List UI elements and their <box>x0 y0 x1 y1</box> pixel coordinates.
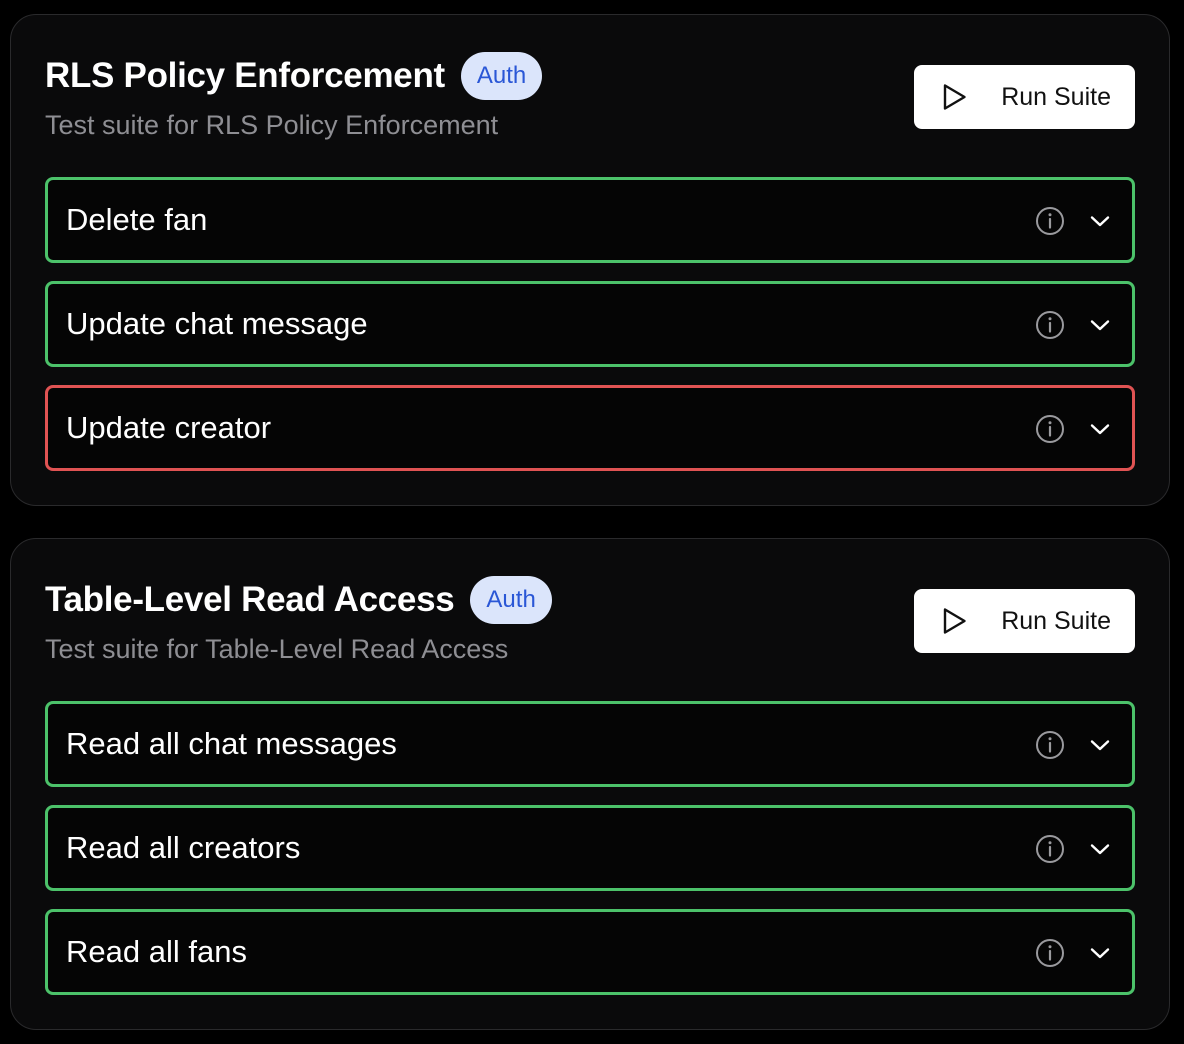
test-list: Delete fan Update chat message Update cr… <box>45 177 1135 489</box>
info-icon[interactable] <box>1034 413 1066 445</box>
info-icon[interactable] <box>1034 833 1066 865</box>
info-icon[interactable] <box>1034 937 1066 969</box>
test-suites-page: RLS Policy Enforcement Auth Test suite f… <box>0 0 1184 1044</box>
test-list: Read all chat messages Read all creators <box>45 701 1135 1013</box>
suite-card: RLS Policy Enforcement Auth Test suite f… <box>10 14 1170 506</box>
run-suite-button[interactable]: Run Suite <box>914 589 1135 653</box>
test-label: Read all chat messages <box>66 726 397 761</box>
test-row[interactable]: Read all creators <box>45 805 1135 891</box>
suite-title: RLS Policy Enforcement <box>45 56 445 95</box>
test-label: Update creator <box>66 410 272 445</box>
category-badge: Auth <box>460 52 543 100</box>
run-suite-button[interactable]: Run Suite <box>914 65 1135 129</box>
suite-card: Table-Level Read Access Auth Test suite … <box>10 538 1170 1030</box>
play-icon <box>943 608 966 634</box>
test-row[interactable]: Read all chat messages <box>45 701 1135 787</box>
run-suite-label: Run Suite <box>1001 606 1111 635</box>
play-icon <box>943 84 966 110</box>
chevron-down-icon[interactable] <box>1088 417 1112 441</box>
test-row[interactable]: Read all fans <box>45 909 1135 995</box>
suite-title: Table-Level Read Access <box>45 580 455 619</box>
run-suite-label: Run Suite <box>1001 82 1111 111</box>
chevron-down-icon[interactable] <box>1088 209 1112 233</box>
test-row[interactable]: Delete fan <box>45 177 1135 263</box>
info-icon[interactable] <box>1034 309 1066 341</box>
test-row[interactable]: Update creator <box>45 385 1135 471</box>
chevron-down-icon[interactable] <box>1088 941 1112 965</box>
info-icon[interactable] <box>1034 205 1066 237</box>
category-badge: Auth <box>470 576 552 624</box>
suite-header: RLS Policy Enforcement Auth Test suite f… <box>45 51 1135 151</box>
test-label: Delete fan <box>66 202 208 237</box>
chevron-down-icon[interactable] <box>1088 313 1112 337</box>
test-label: Update chat message <box>66 306 368 341</box>
info-icon[interactable] <box>1034 729 1066 761</box>
chevron-down-icon[interactable] <box>1088 733 1112 757</box>
test-label: Read all fans <box>66 934 247 969</box>
test-row[interactable]: Update chat message <box>45 281 1135 367</box>
test-label: Read all creators <box>66 830 301 865</box>
chevron-down-icon[interactable] <box>1088 837 1112 861</box>
suite-header: Table-Level Read Access Auth Test suite … <box>45 575 1135 675</box>
